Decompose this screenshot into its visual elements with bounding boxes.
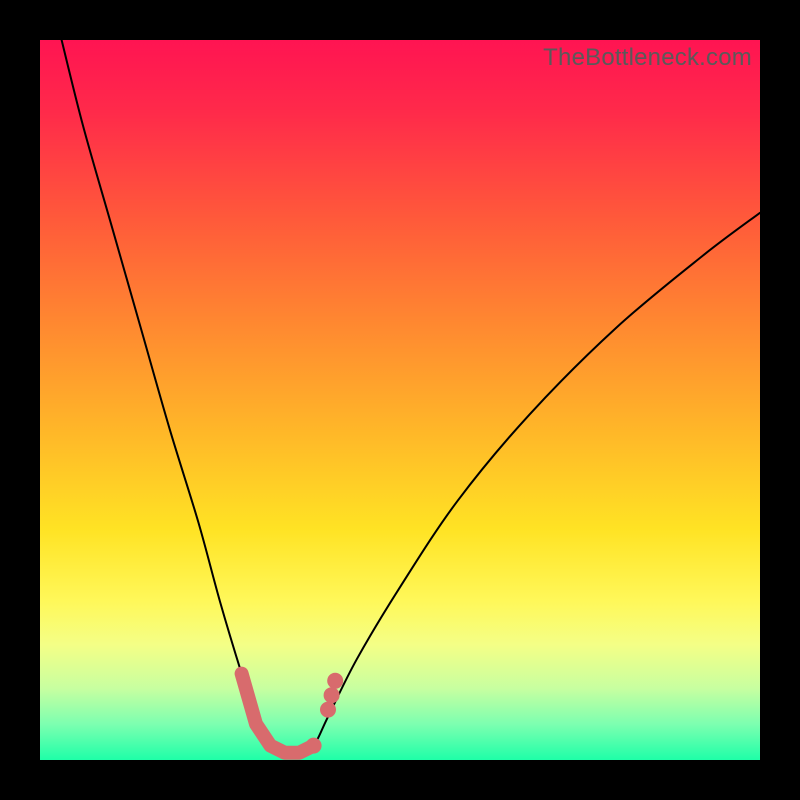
trough-dot [320, 702, 336, 718]
bottleneck-curve [62, 40, 760, 754]
trough-dots [306, 673, 344, 754]
chart-frame: TheBottleneck.com [0, 0, 800, 800]
trough-highlight [242, 674, 314, 753]
trough-dot [306, 738, 322, 754]
curve-layer [40, 40, 760, 760]
plot-area: TheBottleneck.com [40, 40, 760, 760]
trough-dot [327, 673, 343, 689]
trough-dot [324, 687, 340, 703]
